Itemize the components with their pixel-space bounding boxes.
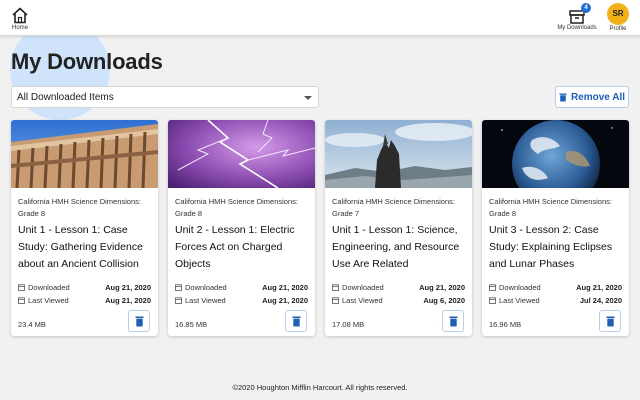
remove-all-button[interactable]: Remove All xyxy=(555,86,629,108)
filter-select-value: All Downloaded Items xyxy=(17,92,114,103)
trash-icon xyxy=(449,316,457,326)
my-downloads-nav-button[interactable]: 4 My Downloads xyxy=(554,0,600,31)
download-card[interactable]: California HMH Science Dimensions: Grade… xyxy=(325,120,472,336)
card-series: California HMH Science Dimensions: Grade… xyxy=(489,197,612,218)
card-title[interactable]: Unit 3 - Lesson 2: Case Study: Explainin… xyxy=(489,222,625,273)
last-viewed-label: Last Viewed xyxy=(342,296,383,305)
downloaded-date: Aug 21, 2020 xyxy=(105,283,151,292)
lesson-thumbnail-landscape xyxy=(325,120,472,188)
last-viewed-row: Last Viewed Aug 21, 2020 xyxy=(18,296,151,306)
footer-copyright: ©2020 Houghton Mifflin Harcourt. All rig… xyxy=(232,383,408,392)
filter-select[interactable]: All Downloaded Items xyxy=(11,86,319,108)
downloaded-label: Downloaded xyxy=(342,283,384,292)
downloaded-date: Aug 21, 2020 xyxy=(419,283,465,292)
file-size: 16.85 MB xyxy=(175,320,208,329)
card-title[interactable]: Unit 1 - Lesson 1: Science, Engineering,… xyxy=(332,222,468,273)
delete-download-button[interactable] xyxy=(599,310,621,332)
downloaded-row: Downloaded Aug 21, 2020 xyxy=(175,283,308,293)
last-viewed-date: Jul 24, 2020 xyxy=(579,296,622,305)
download-meta-icon xyxy=(18,284,25,291)
downloaded-date: Aug 21, 2020 xyxy=(262,283,308,292)
home-nav-label: Home xyxy=(11,25,28,31)
calendar-icon xyxy=(175,297,182,304)
delete-download-button[interactable] xyxy=(128,310,150,332)
download-meta-icon xyxy=(332,284,339,291)
trash-icon xyxy=(292,316,300,326)
calendar-icon xyxy=(18,297,25,304)
lesson-thumbnail-earth xyxy=(482,120,629,188)
last-viewed-label: Last Viewed xyxy=(28,296,69,305)
card-title[interactable]: Unit 2 - Lesson 1: Electric Forces Act o… xyxy=(175,222,311,273)
card-series: California HMH Science Dimensions: Grade… xyxy=(18,197,141,218)
download-card[interactable]: California HMH Science Dimensions: Grade… xyxy=(168,120,315,336)
card-series: California HMH Science Dimensions: Grade… xyxy=(332,197,455,218)
card-series: California HMH Science Dimensions: Grade… xyxy=(175,197,298,218)
lesson-thumbnail-lightning xyxy=(168,120,315,188)
card-title[interactable]: Unit 1 - Lesson 1: Case Study: Gathering… xyxy=(18,222,154,273)
chevron-down-icon xyxy=(304,96,312,100)
downloaded-row: Downloaded Aug 21, 2020 xyxy=(332,283,465,293)
downloaded-label: Downloaded xyxy=(28,283,70,292)
home-icon xyxy=(11,0,29,24)
downloaded-row: Downloaded Aug 21, 2020 xyxy=(489,283,622,293)
last-viewed-label: Last Viewed xyxy=(499,296,540,305)
calendar-icon xyxy=(489,297,496,304)
home-nav-button[interactable]: Home xyxy=(6,0,34,31)
trash-icon xyxy=(135,316,143,326)
last-viewed-row: Last Viewed Aug 6, 2020 xyxy=(332,296,465,306)
my-downloads-nav-label: My Downloads xyxy=(557,25,597,31)
downloaded-label: Downloaded xyxy=(185,283,227,292)
download-card[interactable]: California HMH Science Dimensions: Grade… xyxy=(482,120,629,336)
download-meta-icon xyxy=(175,284,182,291)
delete-download-button[interactable] xyxy=(442,310,464,332)
downloads-count-badge: 4 xyxy=(581,3,591,13)
trash-icon xyxy=(606,316,614,326)
last-viewed-date: Aug 21, 2020 xyxy=(262,296,308,305)
last-viewed-label: Last Viewed xyxy=(185,296,226,305)
file-size: 17.08 MB xyxy=(332,320,365,329)
lesson-thumbnail-building xyxy=(11,120,158,188)
file-size: 23.4 MB xyxy=(18,320,46,329)
last-viewed-date: Aug 21, 2020 xyxy=(105,296,151,305)
delete-download-button[interactable] xyxy=(285,310,307,332)
file-size: 16.96 MB xyxy=(489,320,522,329)
last-viewed-row: Last Viewed Jul 24, 2020 xyxy=(489,296,622,306)
profile-nav-button[interactable]: SR Profile xyxy=(603,0,633,32)
top-bar: Home 4 My Downloads SR Profile xyxy=(0,0,640,36)
remove-all-label: Remove All xyxy=(570,91,626,103)
download-card[interactable]: California HMH Science Dimensions: Grade… xyxy=(11,120,158,336)
profile-nav-label: Profile xyxy=(609,26,627,32)
avatar: SR xyxy=(607,3,629,25)
trash-icon xyxy=(559,93,567,101)
calendar-icon xyxy=(332,297,339,304)
downloaded-label: Downloaded xyxy=(499,283,541,292)
downloaded-row: Downloaded Aug 21, 2020 xyxy=(18,283,151,293)
page-title: My Downloads xyxy=(11,49,163,74)
last-viewed-date: Aug 6, 2020 xyxy=(423,296,465,305)
last-viewed-row: Last Viewed Aug 21, 2020 xyxy=(175,296,308,306)
download-meta-icon xyxy=(489,284,496,291)
downloaded-date: Aug 21, 2020 xyxy=(576,283,622,292)
